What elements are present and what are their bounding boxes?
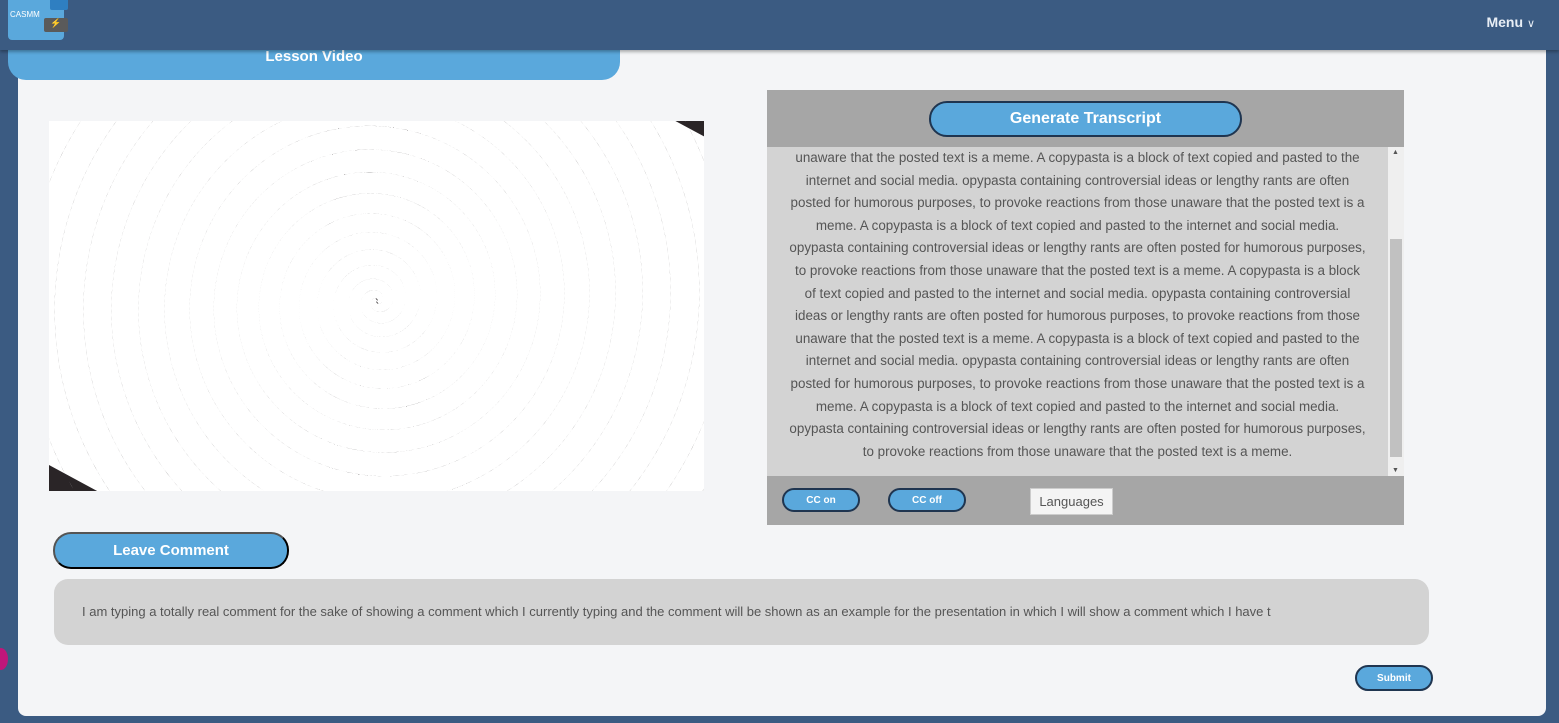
transcript-line: to provoke reactions from those unaware …: [862, 443, 1293, 459]
transcript-scrollbar[interactable]: ▲ ▼: [1388, 147, 1404, 476]
languages-button[interactable]: Languages: [1030, 488, 1113, 515]
transcript-line: meme. A copypasta is a block of text cop…: [815, 398, 1340, 414]
pink-indicator: [0, 648, 8, 670]
logo-text: CASMM: [10, 10, 40, 19]
logo-block-icon: [50, 0, 68, 10]
transcript-text: unaware that the posted text is a meme. …: [767, 147, 1388, 476]
transcript-line: unaware that the posted text is a meme. …: [795, 150, 1360, 165]
spiral-arm: [49, 121, 704, 491]
cc-off-button[interactable]: CC off: [888, 488, 966, 512]
transcript-line: opypasta containing controversial ideas …: [789, 240, 1366, 256]
transcript-line: to provoke reactions from those unaware …: [795, 262, 1360, 278]
transcript-line: internet and social media. opypasta cont…: [805, 353, 1350, 369]
leave-comment-button[interactable]: Leave Comment: [53, 532, 289, 569]
generate-transcript-button[interactable]: Generate Transcript: [929, 101, 1242, 137]
spiral-video-frame: [49, 121, 704, 491]
transcript-line: unaware that the posted text is a meme. …: [795, 330, 1360, 346]
transcript-line: opypasta containing controversial ideas …: [789, 421, 1366, 437]
spiral-arm: [49, 121, 704, 491]
top-nav-bar: CASMM ⚡ Menu ∨: [0, 0, 1559, 50]
casmm-logo[interactable]: CASMM ⚡: [8, 0, 68, 40]
scrollbar-thumb[interactable]: [1390, 239, 1402, 457]
transcript-panel: Generate Transcript unaware that the pos…: [767, 90, 1404, 525]
submit-button[interactable]: Submit: [1355, 665, 1433, 691]
transcript-line: of text copied and pasted to the interne…: [804, 285, 1351, 301]
chevron-down-icon: ∨: [1526, 18, 1535, 30]
lightning-icon: ⚡: [44, 18, 68, 32]
transcript-line: ideas or lengthy rants are often posted …: [795, 308, 1360, 324]
menu-label: Menu: [1486, 14, 1524, 30]
transcript-line: posted for humorous purposes, to provoke…: [790, 375, 1365, 391]
comment-input[interactable]: I am typing a totally real comment for t…: [54, 579, 1429, 645]
transcript-line: posted for humorous purposes, to provoke…: [790, 195, 1365, 211]
transcript-line: meme. A copypasta is a block of text cop…: [815, 217, 1340, 233]
scroll-down-icon[interactable]: ▼: [1392, 467, 1399, 474]
menu-dropdown[interactable]: Menu ∨: [1486, 14, 1535, 30]
scroll-up-icon[interactable]: ▲: [1392, 149, 1399, 156]
transcript-line: internet and social media. opypasta cont…: [805, 172, 1350, 188]
lesson-video-player[interactable]: [49, 121, 704, 491]
cc-on-button[interactable]: CC on: [782, 488, 860, 512]
